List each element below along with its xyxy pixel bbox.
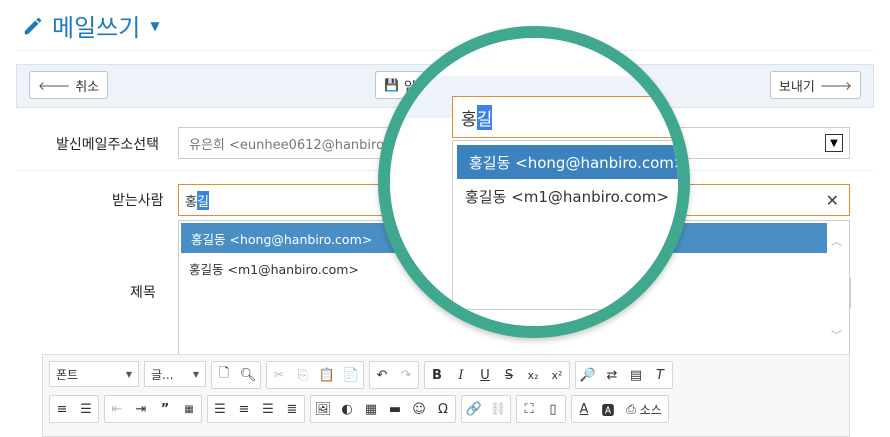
blockquote-icon[interactable]: ” (153, 397, 177, 421)
table-icon[interactable]: ▦ (359, 397, 383, 421)
scrollbar[interactable]: ︿ ﹀ (831, 233, 845, 343)
recipient-label: 받는사람 (112, 193, 164, 209)
caret-down-icon: ▼ (192, 369, 199, 379)
magnifier-overlay: 홍길 홍길동 <hong@hanbiro.com> 홍길동 <m1@hanbir… (378, 26, 690, 338)
chevron-down-icon[interactable]: ﹀ (831, 327, 842, 343)
cancel-button[interactable]: 🡐 취소 (29, 71, 109, 99)
source-icon: ⎙ (626, 401, 636, 416)
editor-toolbar: 폰트 ▼ 글... ▼ 🗋 🔍︎ ✂ ⎘ 📋 📄 ↶ ↷ B I U S x₂ x² (42, 354, 850, 437)
title-text: 메일쓰기 (52, 14, 141, 42)
close-icon[interactable]: ✕ (826, 191, 839, 210)
size-combo[interactable]: 글... ▼ (144, 361, 206, 387)
bg-color-icon[interactable]: 🅰 (596, 397, 620, 421)
text-color-icon[interactable]: A (572, 397, 596, 421)
horizontal-rule-icon[interactable]: ▬ (383, 397, 407, 421)
arrow-right-icon: 🡒 (819, 78, 852, 93)
remove-format-icon[interactable]: T (648, 363, 672, 387)
image-icon[interactable]: 🖼 (311, 397, 335, 421)
show-blocks-icon[interactable]: ▯ (541, 397, 565, 421)
paste-text-icon[interactable]: 📄 (339, 363, 363, 387)
unlink-icon[interactable]: ⛓ (486, 397, 510, 421)
outdent-icon[interactable]: ⇤ (105, 397, 129, 421)
strikethrough-icon[interactable]: S (497, 363, 521, 387)
numbered-list-icon[interactable]: ≡ (50, 397, 74, 421)
subject-input[interactable] (850, 278, 852, 308)
replace-icon[interactable]: ⇄ (600, 363, 624, 387)
subject-label: 제목 (130, 285, 156, 301)
preview-icon[interactable]: 🔍︎ (236, 363, 260, 387)
justify-icon[interactable]: ≣ (280, 397, 304, 421)
page-title[interactable]: 메일쓰기 ▼ (22, 8, 160, 43)
div-icon[interactable]: ▦ (177, 397, 201, 421)
copy-icon[interactable]: ⎘ (291, 363, 315, 387)
align-left-icon[interactable]: ☰ (208, 397, 232, 421)
superscript-icon[interactable]: x² (545, 363, 569, 387)
magnified-view: 홍길 홍길동 <hong@hanbiro.com> 홍길동 <m1@hanbir… (390, 38, 678, 326)
paste-icon[interactable]: 📋 (315, 363, 339, 387)
undo-icon[interactable]: ↶ (370, 363, 394, 387)
pencil-icon (24, 17, 42, 34)
bold-icon[interactable]: B (425, 363, 449, 387)
align-center-icon[interactable]: ≡ (232, 397, 256, 421)
flash-icon[interactable]: ◐ (335, 397, 359, 421)
subscript-icon[interactable]: x₂ (521, 363, 545, 387)
select-all-icon[interactable]: ▤ (624, 363, 648, 387)
special-char-icon[interactable]: Ω (431, 397, 455, 421)
sender-label: 발신메일주소선택 (56, 137, 160, 153)
magnified-recipient-input[interactable]: 홍길 (452, 96, 678, 138)
smiley-icon[interactable]: ☺ (407, 397, 431, 421)
underline-icon[interactable]: U (473, 363, 497, 387)
maximize-icon[interactable]: ⛶ (517, 397, 541, 421)
magnified-dropdown: 홍길동 <hong@hanbiro.com> 홍길동 <m1@hanbiro.c… (452, 140, 678, 310)
font-combo[interactable]: 폰트 ▼ (49, 361, 139, 387)
magnified-suggestion-item[interactable]: 홍길동 <m1@hanbiro.com> (453, 179, 678, 213)
find-icon[interactable]: 🔎 (576, 363, 600, 387)
caret-down-icon: ▼ (150, 18, 160, 33)
align-right-icon[interactable]: ☰ (256, 397, 280, 421)
chevron-down-icon[interactable]: ▼ (825, 134, 843, 152)
chevron-up-icon[interactable]: ︿ (831, 233, 842, 249)
magnified-suggestion-item[interactable]: 홍길동 <hong@hanbiro.com> (457, 145, 678, 179)
new-page-icon[interactable]: 🗋 (212, 363, 236, 387)
arrow-left-icon: 🡐 (38, 78, 71, 93)
italic-icon[interactable]: I (449, 363, 473, 387)
send-button[interactable]: 보내기 🡒 (769, 71, 861, 99)
indent-icon[interactable]: ⇥ (129, 397, 153, 421)
redo-icon[interactable]: ↷ (394, 363, 418, 387)
source-button[interactable]: ⎙ 소스 (620, 397, 668, 421)
link-icon[interactable]: 🔗 (462, 397, 486, 421)
caret-down-icon: ▼ (125, 369, 132, 379)
cut-icon[interactable]: ✂ (267, 363, 291, 387)
bullet-list-icon[interactable]: ☰ (74, 397, 98, 421)
